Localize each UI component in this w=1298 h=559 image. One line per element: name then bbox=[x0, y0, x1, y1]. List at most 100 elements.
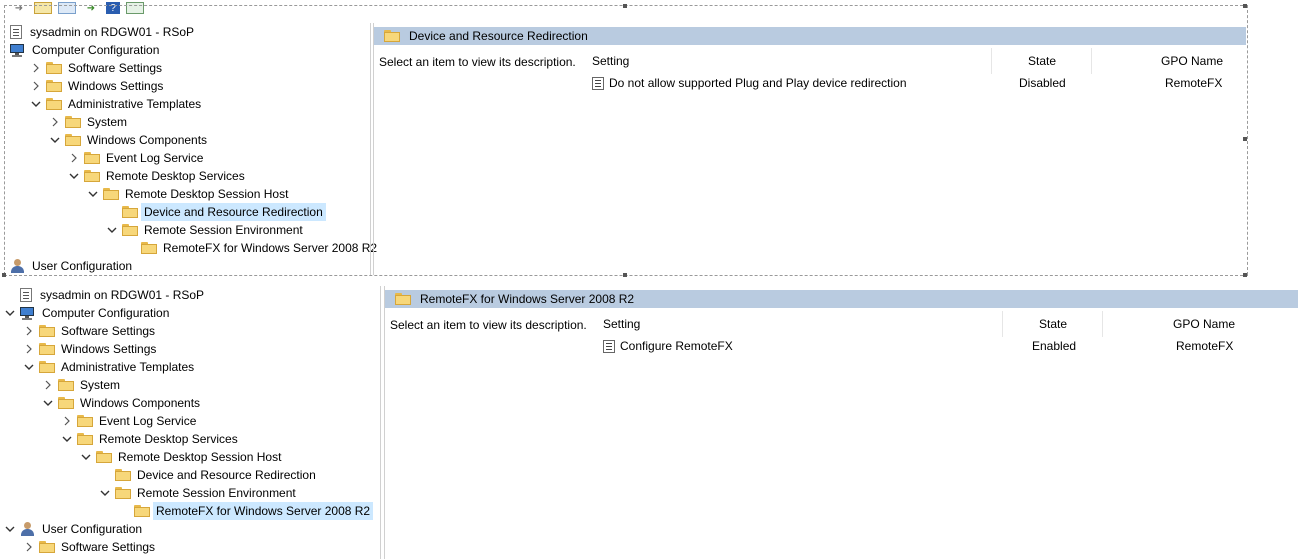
column-header-state[interactable]: State bbox=[1039, 311, 1067, 337]
resize-handle[interactable] bbox=[1243, 4, 1247, 8]
tree-item[interactable]: Remote Desktop Services bbox=[67, 167, 248, 185]
chevron-right-icon[interactable] bbox=[22, 540, 36, 554]
tree-item[interactable]: Remote Desktop Session Host bbox=[79, 448, 284, 466]
settings-list: Setting State GPO Name Configure RemoteF… bbox=[601, 311, 1291, 371]
tree-item[interactable]: Windows Components bbox=[48, 131, 210, 149]
chevron-down-icon[interactable] bbox=[60, 432, 74, 446]
column-divider[interactable] bbox=[991, 48, 992, 74]
tree-item[interactable]: System bbox=[48, 113, 130, 131]
tree-item[interactable]: Administrative Templates bbox=[29, 95, 204, 113]
tree-item[interactable]: Administrative Templates bbox=[22, 358, 197, 376]
back-icon[interactable]: ➜ bbox=[10, 2, 28, 14]
tree-item[interactable]: Windows Settings bbox=[22, 340, 159, 358]
folder-icon bbox=[46, 62, 62, 74]
chevron-down-icon[interactable] bbox=[41, 396, 55, 410]
details-header-band: Device and Resource Redirection bbox=[374, 27, 1246, 45]
column-header-gpo-name[interactable]: GPO Name bbox=[1161, 48, 1223, 74]
tree-item-label: Software Settings bbox=[68, 61, 163, 75]
tree-item[interactable]: Device and Resource Redirection bbox=[98, 466, 319, 484]
tree-item[interactable]: sysadmin on RDGW01 - RSoP bbox=[10, 23, 197, 41]
folder-icon bbox=[134, 505, 150, 517]
chevron-right-icon[interactable] bbox=[48, 115, 62, 129]
column-header-setting[interactable]: Setting bbox=[603, 311, 640, 337]
tree-item[interactable]: Remote Session Environment bbox=[105, 221, 306, 239]
tree-item[interactable]: Windows Settings bbox=[29, 77, 166, 95]
resize-handle[interactable] bbox=[623, 4, 627, 8]
computer-icon bbox=[10, 43, 26, 57]
chevron-down-icon[interactable] bbox=[79, 450, 93, 464]
tree-item[interactable]: Computer Configuration bbox=[10, 41, 162, 59]
tree-item[interactable]: Software Settings bbox=[29, 59, 165, 77]
tree-item[interactable]: Software Settings bbox=[22, 322, 158, 340]
details-header-band: RemoteFX for Windows Server 2008 R2 bbox=[385, 290, 1298, 308]
pane-divider[interactable] bbox=[370, 23, 371, 275]
chevron-down-icon[interactable] bbox=[3, 306, 17, 320]
setting-name: Do not allow supported Plug and Play dev… bbox=[609, 76, 907, 90]
action-pane-icon[interactable] bbox=[126, 2, 144, 14]
resize-handle[interactable] bbox=[623, 273, 627, 277]
tree-item[interactable]: Computer Configuration bbox=[3, 304, 172, 322]
tree-item[interactable]: Event Log Service bbox=[60, 412, 199, 430]
chevron-right-icon[interactable] bbox=[29, 61, 43, 75]
tree-item-label: RemoteFX for Windows Server 2008 R2 bbox=[163, 241, 378, 255]
description-text: Select an item to view its description. bbox=[379, 55, 576, 69]
tree-item[interactable]: Windows Components bbox=[41, 394, 203, 412]
column-divider[interactable] bbox=[1002, 311, 1003, 337]
tree-item-label: Remote Desktop Session Host bbox=[125, 187, 289, 201]
chevron-down-icon[interactable] bbox=[67, 169, 81, 183]
chevron-down-icon[interactable] bbox=[86, 187, 100, 201]
column-divider[interactable] bbox=[1091, 48, 1092, 74]
chevron-down-icon[interactable] bbox=[48, 133, 62, 147]
tree-item-label: Event Log Service bbox=[99, 414, 197, 428]
tree-item[interactable]: RemoteFX for Windows Server 2008 R2 bbox=[117, 502, 374, 520]
tree-item-label: RemoteFX for Windows Server 2008 R2 bbox=[153, 502, 374, 520]
chevron-down-icon[interactable] bbox=[98, 486, 112, 500]
folder-icon bbox=[46, 80, 62, 92]
tree-item[interactable]: User Configuration bbox=[3, 520, 145, 538]
tree-item[interactable]: Device and Resource Redirection bbox=[105, 203, 326, 221]
chevron-down-icon[interactable] bbox=[105, 223, 119, 237]
selection-border-right bbox=[1247, 5, 1248, 275]
tree-item[interactable]: Remote Desktop Services bbox=[60, 430, 241, 448]
tree-item-label: Windows Components bbox=[80, 396, 201, 410]
tree-item[interactable]: sysadmin on RDGW01 - RSoP bbox=[3, 286, 207, 304]
chevron-right-icon[interactable] bbox=[41, 378, 55, 392]
tree-item-label: Remote Desktop Services bbox=[99, 432, 238, 446]
chevron-down-icon[interactable] bbox=[3, 522, 17, 536]
chevron-right-icon[interactable] bbox=[22, 342, 36, 356]
tree-item[interactable]: Remote Session Environment bbox=[98, 484, 299, 502]
chevron-right-icon[interactable] bbox=[29, 79, 43, 93]
up-icon[interactable] bbox=[34, 2, 52, 14]
chevron-down-icon[interactable] bbox=[22, 360, 36, 374]
tree-item[interactable]: Software Settings bbox=[22, 538, 158, 556]
pane-divider[interactable] bbox=[380, 286, 381, 559]
folder-icon bbox=[77, 433, 93, 445]
tree-item[interactable]: Remote Desktop Session Host bbox=[86, 185, 291, 203]
column-header-state[interactable]: State bbox=[1028, 48, 1056, 74]
chevron-right-icon[interactable] bbox=[22, 324, 36, 338]
chevron-right-icon[interactable] bbox=[67, 151, 81, 165]
export-icon[interactable]: ➜ bbox=[82, 2, 100, 14]
show-hide-tree-icon[interactable] bbox=[58, 2, 76, 14]
table-row[interactable]: Configure RemoteFX Enabled RemoteFX bbox=[601, 337, 1291, 355]
chevron-right-icon[interactable] bbox=[60, 414, 74, 428]
table-row[interactable]: Do not allow supported Plug and Play dev… bbox=[590, 74, 1246, 92]
resize-handle[interactable] bbox=[1243, 137, 1247, 141]
tree-item[interactable]: Event Log Service bbox=[67, 149, 206, 167]
column-header-setting[interactable]: Setting bbox=[592, 48, 629, 74]
tree-pane: sysadmin on RDGW01 - RSoP Computer Config… bbox=[0, 286, 380, 559]
tree-item-label: Administrative Templates bbox=[61, 360, 195, 374]
user-icon bbox=[20, 522, 36, 536]
chevron-down-icon[interactable] bbox=[29, 97, 43, 111]
tree-item[interactable]: System bbox=[41, 376, 123, 394]
column-divider[interactable] bbox=[1102, 311, 1103, 337]
tree-item[interactable]: User Configuration bbox=[10, 257, 135, 275]
resize-handle[interactable] bbox=[1243, 273, 1247, 277]
help-icon[interactable]: ? bbox=[106, 2, 120, 14]
column-header-gpo-name[interactable]: GPO Name bbox=[1173, 311, 1235, 337]
tree-item[interactable]: RemoteFX for Windows Server 2008 R2 bbox=[124, 239, 380, 257]
rsop-doc-icon bbox=[20, 288, 32, 302]
